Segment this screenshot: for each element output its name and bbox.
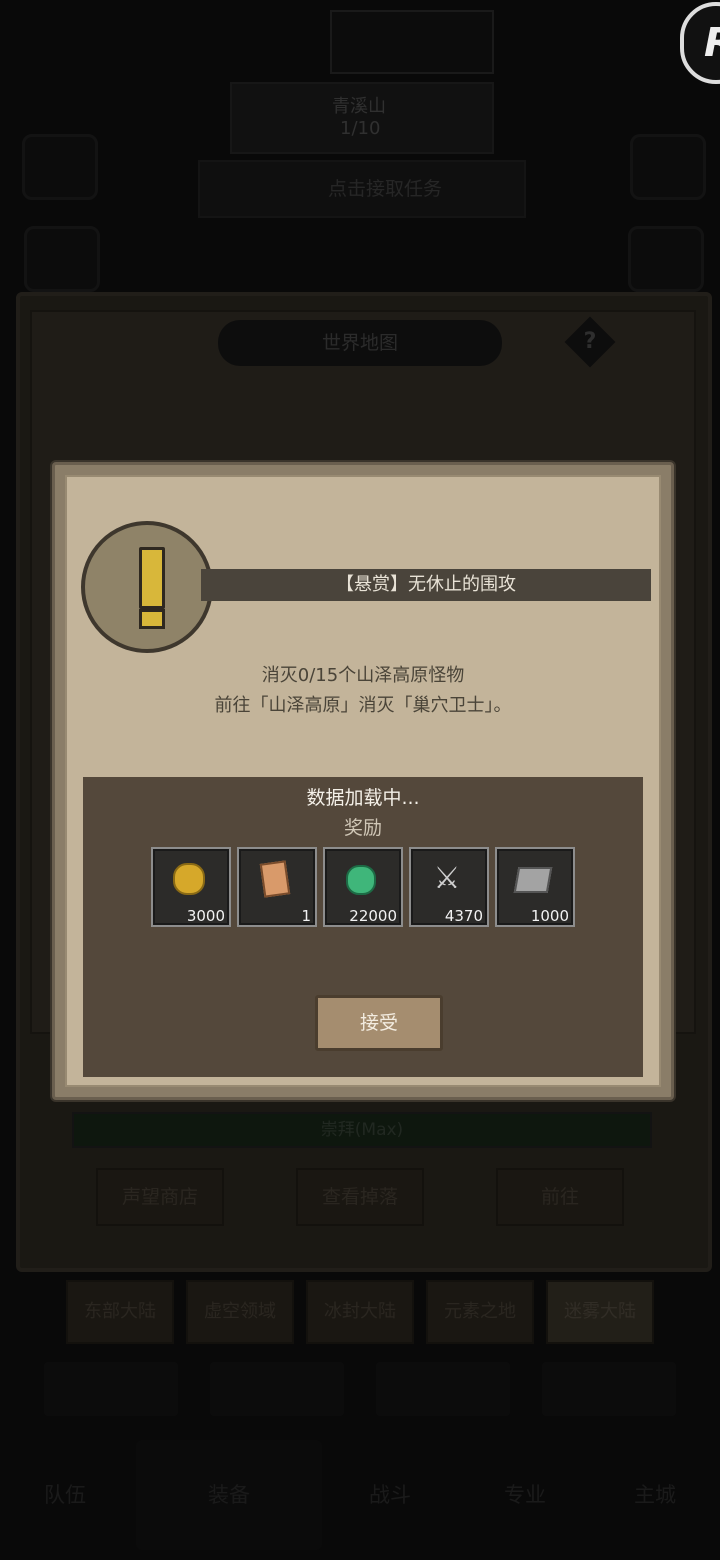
tab-frozen-continent[interactable]: 冰封大陆 [306, 1280, 414, 1344]
crossed-swords-icon: ⚔ [433, 861, 461, 896]
dialog-title: 【悬赏】无休止的围攻 [336, 574, 516, 595]
reward-count: 22000 [349, 907, 397, 925]
sub-button[interactable] [376, 1362, 510, 1416]
tab-mist-continent[interactable]: 迷雾大陆 [546, 1280, 654, 1344]
dialog-title-band: 【悬赏】无休止的围攻 [201, 569, 651, 601]
go-button[interactable]: 前往 [496, 1168, 624, 1226]
nav-equipment[interactable]: 装备 [136, 1440, 322, 1550]
reputation-shop-button[interactable]: 声望商店 [96, 1168, 224, 1226]
nav-battle[interactable]: 战斗 [330, 1440, 450, 1550]
reward-slot[interactable]: ⚔ 4370 [409, 847, 489, 927]
loading-text: 数据加载中... [306, 787, 420, 809]
dialog-paper: 【悬赏】无休止的围攻 消灭0/15个山泽高原怪物 前往「山泽高原」消灭「巢穴卫士… [65, 475, 661, 1087]
sub-button[interactable] [542, 1362, 676, 1416]
reward-count: 3000 [186, 907, 225, 925]
accept-button[interactable]: 接受 [315, 995, 443, 1051]
sub-button[interactable] [44, 1362, 178, 1416]
quest-objective: 消灭0/15个山泽高原怪物 [261, 665, 465, 686]
tab-void-realm[interactable]: 虚空领域 [186, 1280, 294, 1344]
reward-count: 4370 [444, 907, 483, 925]
green-gem-icon [343, 861, 379, 897]
view-drops-button[interactable]: 查看掉落 [296, 1168, 424, 1226]
reward-count: 1 [301, 907, 311, 925]
world-map-title: 世界地图 [218, 320, 502, 366]
claim-task-button[interactable]: 点击接取任务 [198, 160, 526, 218]
shop-icon[interactable] [24, 226, 100, 292]
nav-team[interactable]: 队伍 [0, 1440, 130, 1550]
help-icon: ? [583, 329, 597, 354]
reward-section: 数据加载中... 奖励 3000 1 22000 ⚔ 4370 1000 接受 [83, 777, 643, 1077]
bg-title-frame [330, 10, 494, 74]
quest-instruction: 前往「山泽高原」消灭「巢穴卫士」。 [214, 695, 512, 716]
exclamation-dot [139, 609, 165, 629]
quest-tracker-progress: 1/10 [340, 118, 381, 139]
tab-elemental-land[interactable]: 元素之地 [426, 1280, 534, 1344]
sub-button[interactable] [210, 1362, 344, 1416]
reward-label: 奖励 [343, 817, 382, 839]
reward-slot[interactable]: 1000 [495, 847, 575, 927]
gold-coin-icon [171, 861, 207, 897]
tab-eastern-continent[interactable]: 东部大陆 [66, 1280, 174, 1344]
bounty-dialog: 【悬赏】无休止的围攻 消灭0/15个山泽高原怪物 前往「山泽高原」消灭「巢穴卫士… [52, 462, 674, 1100]
quest-tracker-name: 青溪山 [332, 96, 386, 117]
mail-icon[interactable] [628, 226, 704, 292]
reward-count: 1000 [530, 907, 569, 925]
quest-tracker[interactable]: 青溪山 1/10 [230, 82, 494, 154]
reward-slot[interactable]: 1 [237, 847, 317, 927]
exclamation-icon [81, 521, 213, 653]
reward-list: 3000 1 22000 ⚔ 4370 1000 [151, 847, 575, 927]
settings-icon[interactable] [630, 134, 706, 200]
worship-bar: 崇拜(Max) [72, 1112, 652, 1148]
exclamation-bar [139, 547, 165, 609]
scroll-icon [257, 860, 293, 898]
reward-slot[interactable]: 22000 [323, 847, 403, 927]
claim-task-label: 点击接取任务 [328, 178, 443, 200]
help-button[interactable]: ? [564, 316, 616, 368]
book-icon [513, 861, 553, 897]
backpack-icon[interactable] [22, 134, 98, 200]
nav-main-city[interactable]: 主城 [590, 1440, 720, 1550]
floating-app-letter: R [704, 20, 720, 66]
nav-profession[interactable]: 专业 [460, 1440, 590, 1550]
reward-slot[interactable]: 3000 [151, 847, 231, 927]
